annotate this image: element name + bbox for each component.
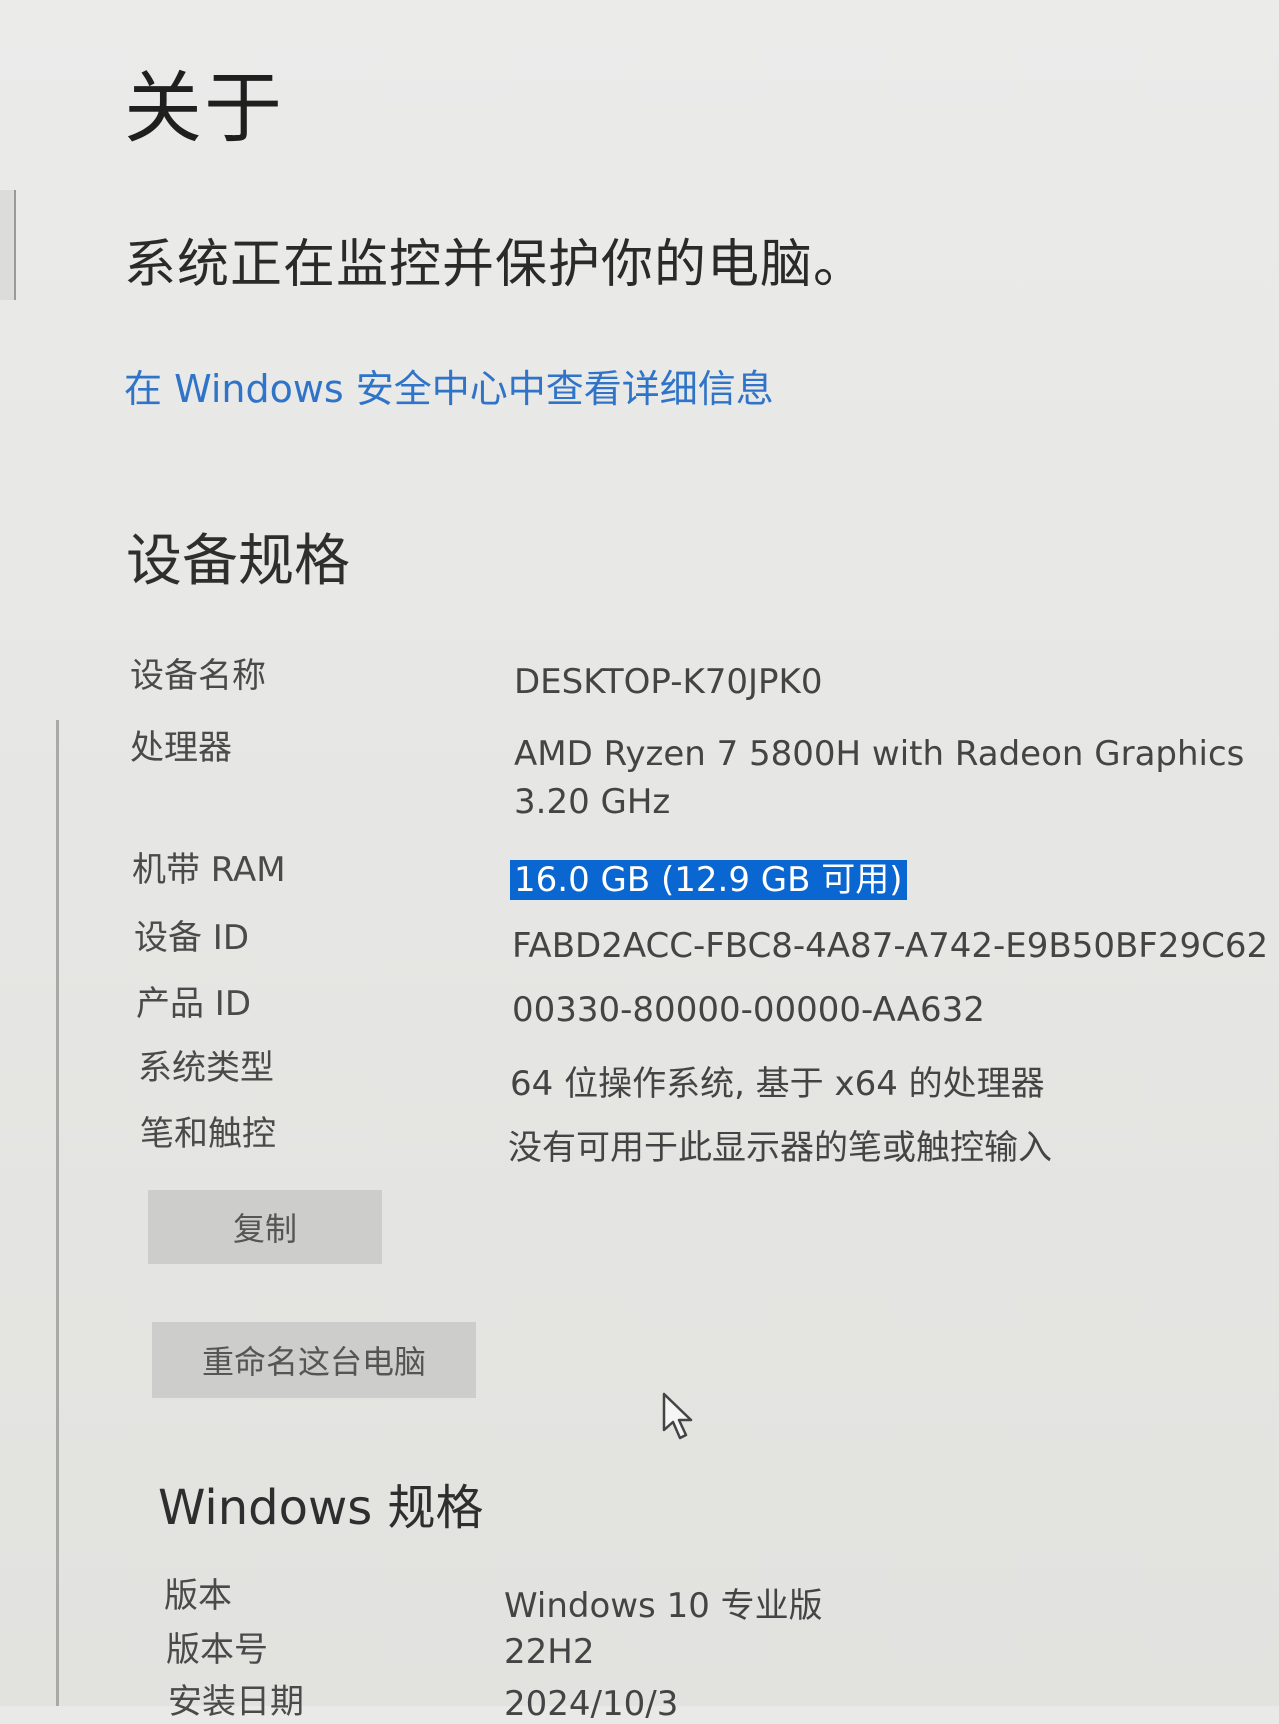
settings-about-page: 关于 系统正在监控并保护你的电脑。 在 Windows 安全中心中查看详细信息 … [0, 0, 1279, 1724]
ram-value[interactable]: 16.0 GB (12.9 GB 可用) [510, 852, 907, 901]
page-title: 关于 [124, 64, 285, 154]
processor-value: AMD Ryzen 7 5800H with Radeon Graphics [514, 734, 1245, 774]
window-left-edge [0, 190, 16, 300]
ram-label: 机带 RAM [132, 850, 286, 890]
security-center-link[interactable]: 在 Windows 安全中心中查看详细信息 [124, 358, 774, 413]
product-id-label: 产品 ID [136, 984, 252, 1024]
version-label: 版本号 [166, 1630, 268, 1670]
rename-pc-button[interactable]: 重命名这台电脑 [152, 1322, 476, 1398]
edition-label: 版本 [164, 1576, 232, 1616]
windows-specs-title: Windows 规格 [158, 1480, 484, 1536]
device-id-label: 设备 ID [134, 918, 250, 958]
processor-label: 处理器 [130, 728, 232, 768]
ram-value-selection[interactable]: 16.0 GB (12.9 GB 可用) [510, 860, 907, 900]
install-date-value: 2024/10/3 [504, 1684, 679, 1724]
copy-button[interactable]: 复制 [148, 1190, 382, 1264]
version-value: 22H2 [504, 1632, 595, 1672]
device-id-value: FABD2ACC-FBC8-4A87-A742-E9B50BF29C62 [512, 926, 1269, 966]
install-date-label: 安装日期 [168, 1682, 304, 1722]
arrow-cursor-icon [662, 1392, 693, 1440]
device-name-label: 设备名称 [130, 656, 266, 696]
protection-status-text: 系统正在监控并保护你的电脑。 [124, 235, 867, 295]
navigation-divider [56, 720, 59, 1706]
pen-touch-label: 笔和触控 [140, 1114, 276, 1154]
pen-touch-value: 没有可用于此显示器的笔或触控输入 [508, 1128, 1052, 1168]
device-name-value: DESKTOP-K70JPK0 [514, 662, 823, 702]
processor-speed-value: 3.20 GHz [514, 782, 671, 822]
edition-value: Windows 10 专业版 [504, 1586, 823, 1626]
product-id-value: 00330-80000-00000-AA632 [512, 990, 985, 1030]
system-type-value: 64 位操作系统, 基于 x64 的处理器 [510, 1064, 1045, 1104]
device-specs-title: 设备规格 [126, 529, 350, 594]
system-type-label: 系统类型 [138, 1048, 274, 1088]
